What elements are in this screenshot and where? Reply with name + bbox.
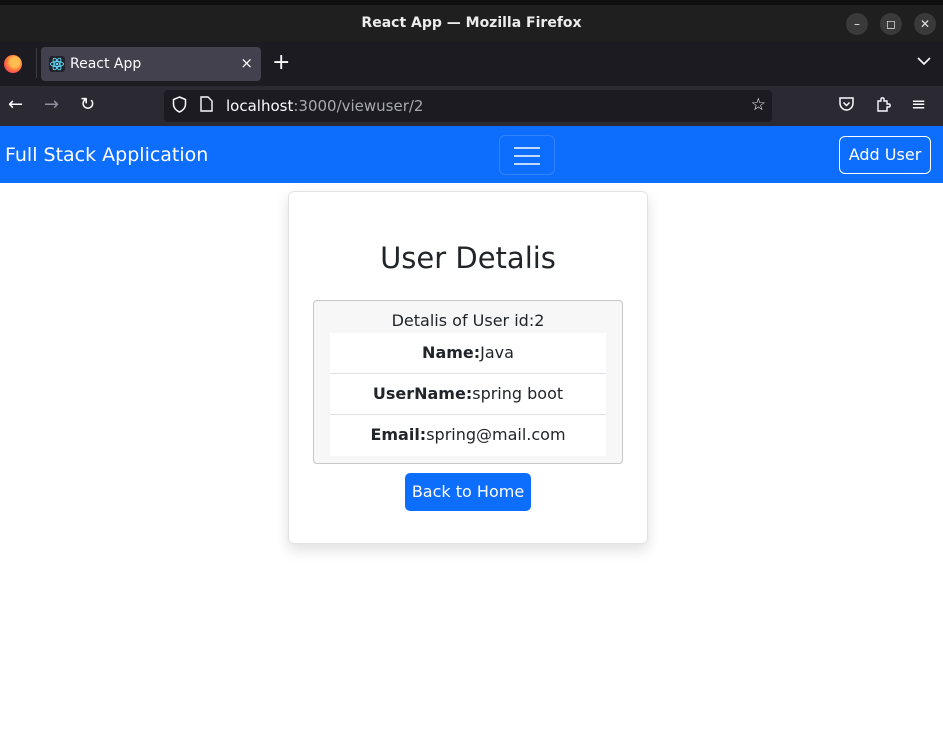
close-window-button[interactable]: ✕ xyxy=(914,13,936,35)
menu-icon[interactable]: ≡ xyxy=(911,94,926,115)
forward-button[interactable]: → xyxy=(44,94,59,115)
url-path: :3000/viewuser/2 xyxy=(293,97,424,115)
panel-header: Detalis of User id:2 xyxy=(391,311,545,330)
navbar-toggler-button[interactable] xyxy=(499,135,555,175)
url-host: localhost xyxy=(226,97,294,115)
window-title: React App — Mozilla Firefox xyxy=(361,15,582,31)
window-titlebar: React App — Mozilla Firefox – ◻ ✕ xyxy=(0,0,943,42)
new-tab-button[interactable]: + xyxy=(272,50,290,75)
user-details-card: User Detalis Detalis of User id:2 Name:J… xyxy=(288,191,648,544)
field-value: spring@mail.com xyxy=(426,425,566,444)
tab-close-icon[interactable]: × xyxy=(240,54,253,72)
minimize-button[interactable]: – xyxy=(846,13,868,35)
hamburger-line-icon xyxy=(514,147,540,149)
reload-button[interactable]: ↻ xyxy=(80,94,95,115)
list-item-name: Name:Java xyxy=(330,333,606,374)
tracking-protection-icon[interactable] xyxy=(172,96,187,117)
tab-react-app[interactable]: React App × xyxy=(41,47,261,81)
restore-button[interactable]: ◻ xyxy=(880,13,902,35)
list-item-email: Email:spring@mail.com xyxy=(330,415,606,456)
firefox-logo-icon[interactable] xyxy=(4,55,22,73)
page-title: User Detalis xyxy=(380,241,556,275)
field-label: Name: xyxy=(422,343,481,362)
back-button[interactable]: ← xyxy=(8,94,23,115)
hamburger-line-icon xyxy=(514,163,540,165)
tab-label: React App xyxy=(70,56,142,72)
back-to-home-button[interactable]: Back to Home xyxy=(405,473,531,511)
pocket-icon[interactable] xyxy=(838,96,855,117)
list-all-tabs-icon[interactable] xyxy=(917,54,931,70)
url-bar[interactable]: localhost:3000/viewuser/2 ☆ xyxy=(164,90,772,122)
navbar-brand[interactable]: Full Stack Application xyxy=(5,144,208,166)
tab-separator xyxy=(36,48,37,78)
bookmark-star-icon[interactable]: ☆ xyxy=(751,95,766,115)
react-logo-icon xyxy=(49,56,65,72)
tab-strip: React App × + xyxy=(0,42,943,86)
field-label: Email: xyxy=(370,425,427,444)
user-field-list: Name:Java UserName:spring boot Email:spr… xyxy=(330,333,606,456)
list-item-username: UserName:spring boot xyxy=(330,374,606,415)
field-value: Java xyxy=(480,343,514,362)
hamburger-line-icon xyxy=(514,155,540,157)
page-info-icon[interactable] xyxy=(200,96,213,116)
user-info-panel: Detalis of User id:2 Name:Java UserName:… xyxy=(313,300,623,464)
add-user-button[interactable]: Add User xyxy=(839,136,931,174)
navigation-toolbar: ← → ↻ localhost:3000/viewuser/2 ☆ ≡ xyxy=(0,86,943,126)
extensions-icon[interactable] xyxy=(875,96,891,118)
field-value: spring boot xyxy=(472,384,564,403)
app-navbar: Full Stack Application Add User xyxy=(0,126,943,183)
url-text: localhost:3000/viewuser/2 xyxy=(226,97,423,115)
field-label: UserName: xyxy=(372,384,473,403)
